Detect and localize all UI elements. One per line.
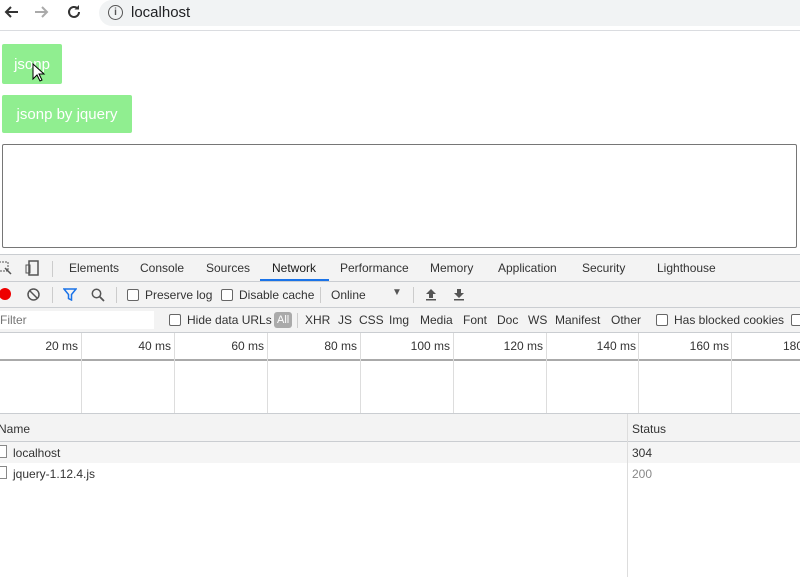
chevron-down-icon[interactable]: ▼ (392, 287, 402, 298)
table-row[interactable]: localhost 304 (0, 442, 800, 463)
timeline-overview[interactable] (0, 361, 800, 414)
preserve-log-label: Preserve log (145, 288, 213, 302)
column-divider[interactable] (627, 414, 628, 577)
import-har-icon[interactable] (425, 288, 437, 304)
timeline-tick: 180 (783, 339, 800, 353)
has-blocked-cookies-checkbox[interactable] (656, 314, 668, 326)
timeline-tick: 140 ms (596, 339, 636, 353)
filter-xhr[interactable]: XHR (305, 313, 330, 327)
timeline-tick: 20 ms (45, 339, 78, 353)
disable-cache-checkbox[interactable] (221, 289, 233, 301)
table-row[interactable]: jquery-1.12.4.js 200 (0, 463, 800, 484)
preserve-log-checkbox[interactable] (127, 289, 139, 301)
reload-icon[interactable] (64, 2, 84, 22)
filter-media[interactable]: Media (420, 313, 453, 327)
hide-data-urls-checkbox[interactable] (169, 314, 181, 326)
filter-js[interactable]: JS (338, 313, 352, 327)
request-status: 200 (632, 467, 653, 481)
tab-performance[interactable]: Performance (340, 261, 409, 275)
toolbar-separator (320, 287, 321, 303)
devtools-tabbar: Elements Console Sources Network Perform… (0, 254, 800, 282)
filter-manifest[interactable]: Manifest (555, 313, 600, 327)
hide-data-urls-label: Hide data URLs (187, 313, 272, 327)
tab-sources[interactable]: Sources (206, 261, 250, 275)
has-blocked-cookies-label: Has blocked cookies (674, 313, 785, 327)
tab-network[interactable]: Network (272, 261, 316, 275)
filter-css[interactable]: CSS (359, 313, 384, 327)
active-tab-indicator (260, 279, 329, 281)
filter-ws[interactable]: WS (528, 313, 547, 327)
url-text: localhost (131, 4, 191, 21)
filter-all-button[interactable]: All (274, 312, 293, 328)
output-textarea[interactable] (2, 144, 797, 248)
device-toolbar-icon[interactable] (25, 260, 39, 281)
filter-separator (297, 313, 298, 328)
document-icon (0, 466, 7, 479)
timeline-tick: 60 ms (231, 339, 264, 353)
disable-cache-label: Disable cache (239, 288, 315, 302)
record-icon[interactable] (0, 288, 11, 300)
filter-icon[interactable] (62, 288, 78, 304)
tab-application[interactable]: Application (498, 261, 557, 275)
timeline-ruler: 20 ms 40 ms 60 ms 80 ms 100 ms 120 ms 14… (0, 333, 800, 361)
filter-doc[interactable]: Doc (497, 313, 518, 327)
throttle-select[interactable]: Online (331, 288, 366, 302)
tab-separator (52, 261, 53, 277)
timeline-tick: 80 ms (324, 339, 357, 353)
forward-arrow-icon[interactable] (32, 2, 52, 22)
request-name: localhost (13, 446, 61, 460)
blocked-requests-checkbox[interactable] (791, 314, 800, 326)
toolbar-separator (52, 287, 53, 303)
filter-other[interactable]: Other (611, 313, 641, 327)
info-icon[interactable]: i (108, 5, 123, 20)
timeline-tick: 100 ms (410, 339, 450, 353)
cursor-icon (32, 62, 46, 88)
tab-security[interactable]: Security (582, 261, 625, 275)
address-bar[interactable]: i localhost (99, 0, 800, 26)
request-name: jquery-1.12.4.js (13, 467, 96, 481)
column-name[interactable]: Name (0, 422, 30, 436)
column-status[interactable]: Status (632, 422, 666, 436)
timeline-tick: 120 ms (503, 339, 543, 353)
filter-input[interactable] (0, 311, 154, 329)
search-icon[interactable] (91, 288, 105, 305)
filter-bar: Hide data URLs All XHR JS CSS Img Media … (0, 308, 800, 333)
clear-icon[interactable] (27, 288, 40, 304)
tab-memory[interactable]: Memory (430, 261, 473, 275)
filter-img[interactable]: Img (389, 313, 409, 327)
toolbar-separator (413, 287, 414, 303)
tab-elements[interactable]: Elements (69, 261, 119, 275)
filter-font[interactable]: Font (463, 313, 487, 327)
back-arrow-icon[interactable] (1, 2, 21, 22)
timeline-tick: 160 ms (689, 339, 729, 353)
document-icon (0, 445, 7, 458)
export-har-icon[interactable] (453, 288, 465, 304)
chrome-divider (0, 30, 800, 31)
request-status: 304 (632, 446, 653, 460)
timeline-tick: 40 ms (138, 339, 171, 353)
tab-lighthouse[interactable]: Lighthouse (657, 261, 716, 275)
tab-console[interactable]: Console (140, 261, 184, 275)
jsonp-by-jquery-button[interactable]: jsonp by jquery (2, 95, 132, 133)
toolbar-separator (116, 287, 117, 303)
inspect-element-icon[interactable] (0, 261, 12, 280)
requests-table-header: Name Status (0, 414, 800, 442)
network-toolbar: Preserve log Disable cache Online ▼ (0, 282, 800, 308)
